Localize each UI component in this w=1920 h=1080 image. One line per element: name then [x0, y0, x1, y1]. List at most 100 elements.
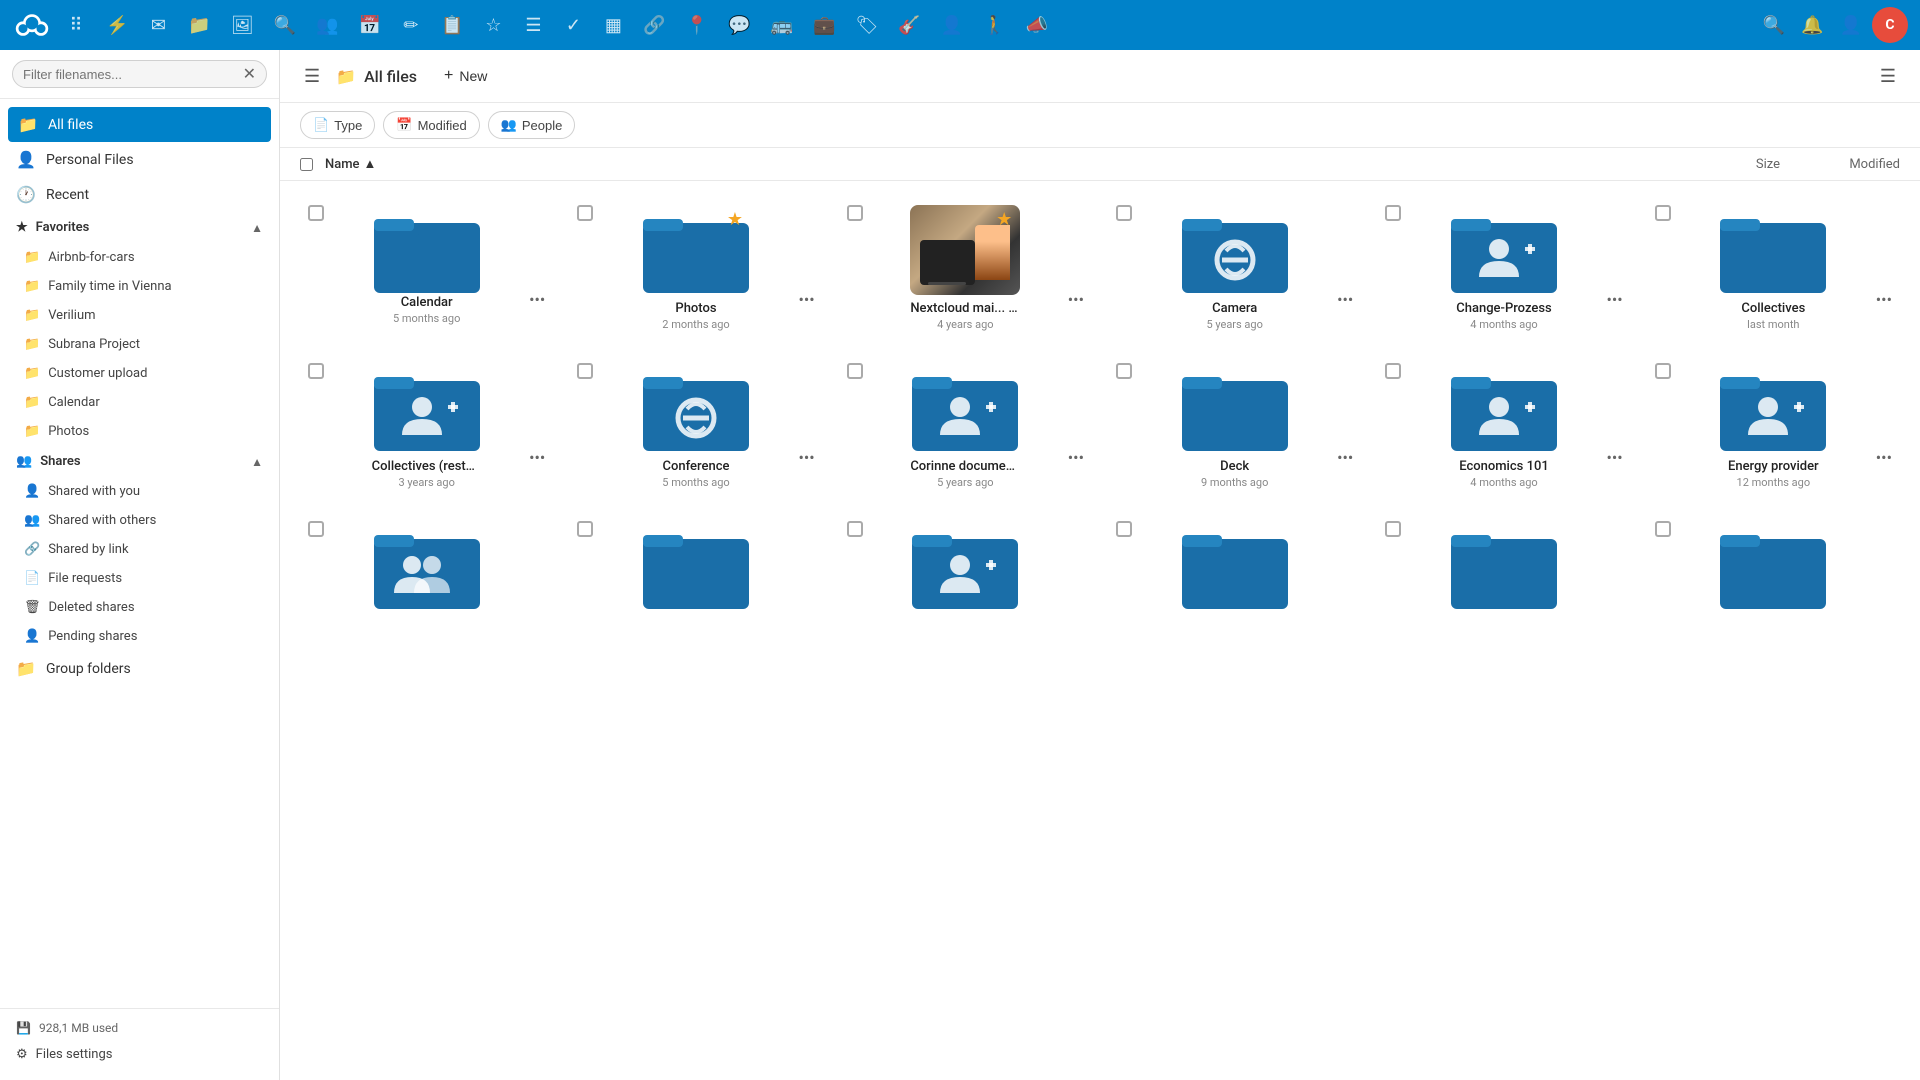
- file-actions-economics[interactable]: •••: [1606, 448, 1622, 467]
- file-checkbox-conference[interactable]: [577, 363, 593, 379]
- topbar-photos-icon[interactable]: 🖼: [225, 9, 260, 42]
- file-actions-camera[interactable]: •••: [1337, 290, 1353, 309]
- sidebar-item-verilium[interactable]: 📁 Verilium: [8, 301, 279, 330]
- file-actions-photos[interactable]: •••: [798, 290, 814, 309]
- file-checkbox-change-prozess[interactable]: [1385, 205, 1401, 221]
- sidebar-item-shared-with-you[interactable]: 👤 Shared with you: [8, 477, 279, 506]
- file-item-row3-1[interactable]: [300, 513, 553, 625]
- filter-people-button[interactable]: 👥 People: [488, 111, 576, 139]
- topbar-transit-icon[interactable]: 🚌: [765, 9, 799, 42]
- sidebar-item-recent[interactable]: 🕐 Recent: [0, 177, 279, 212]
- file-item-nextcloud[interactable]: ★ Nextcloud mai... .jpg 4 years ago •••: [839, 197, 1092, 339]
- select-all-checkbox[interactable]: [300, 158, 313, 171]
- file-actions-calendar[interactable]: •••: [529, 290, 545, 309]
- sidebar-item-family-vienna[interactable]: 📁 Family time in Vienna: [8, 272, 279, 301]
- file-item-corinne-docs[interactable]: Corinne documents 5 years ago •••: [839, 355, 1092, 497]
- file-checkbox-collectives[interactable]: [1655, 205, 1671, 221]
- topbar-announce-icon[interactable]: 📣: [1020, 9, 1054, 42]
- sidebar-item-airbnb[interactable]: 📁 Airbnb-for-cars: [8, 243, 279, 272]
- topbar-notes-icon[interactable]: ✏: [395, 9, 427, 42]
- topbar-mail-icon[interactable]: ✉: [142, 9, 174, 42]
- sidebar-item-customer-upload[interactable]: 📁 Customer upload: [8, 359, 279, 388]
- sidebar-item-photos[interactable]: 📁 Photos: [8, 417, 279, 446]
- topbar-notifications-icon[interactable]: 🔔: [1795, 9, 1829, 42]
- file-item-row3-2[interactable]: [569, 513, 822, 625]
- topbar-activity-icon[interactable]: ⚡: [100, 9, 134, 42]
- file-checkbox-economics[interactable]: [1385, 363, 1401, 379]
- search-input[interactable]: [23, 67, 243, 82]
- file-checkbox-calendar[interactable]: [308, 205, 324, 221]
- file-checkbox-row3-1[interactable]: [308, 521, 324, 537]
- file-checkbox-row3-2[interactable]: [577, 521, 593, 537]
- topbar-search-button[interactable]: 🔍: [1757, 9, 1791, 42]
- col-name-header[interactable]: Name ▲: [325, 156, 1700, 172]
- sidebar-item-file-requests[interactable]: 📄 File requests: [8, 564, 279, 593]
- sidebar-item-subrana[interactable]: 📁 Subrana Project: [8, 330, 279, 359]
- file-item-deck[interactable]: Deck 9 months ago •••: [1108, 355, 1361, 497]
- filter-modified-button[interactable]: 📅 Modified: [383, 111, 479, 139]
- file-item-change-prozess[interactable]: Change-Prozess 4 months ago •••: [1377, 197, 1630, 339]
- file-item-row3-5[interactable]: [1377, 513, 1630, 625]
- file-actions-deck[interactable]: •••: [1337, 448, 1353, 467]
- view-toggle-icon[interactable]: ☰: [1876, 62, 1900, 91]
- file-item-collectives-restor[interactable]: Collectives (restor... 3 years ago •••: [300, 355, 553, 497]
- sidebar-item-personal[interactable]: 👤 Personal Files: [0, 142, 279, 177]
- topbar-calendar-icon[interactable]: 📅: [353, 9, 387, 42]
- file-actions-nextcloud[interactable]: •••: [1068, 290, 1084, 309]
- sidebar-item-group-folders[interactable]: 📁 Group folders: [0, 651, 279, 686]
- file-actions-energy-provider[interactable]: •••: [1876, 448, 1892, 467]
- file-item-collectives[interactable]: Collectives last month •••: [1647, 197, 1900, 339]
- sidebar-item-all-files[interactable]: 📁 All files: [8, 107, 271, 142]
- topbar-contacts-icon[interactable]: 👥: [310, 9, 344, 42]
- file-item-conference[interactable]: Conference 5 months ago •••: [569, 355, 822, 497]
- topbar-deck-icon[interactable]: 📋: [435, 9, 469, 42]
- shares-section-header[interactable]: 👥 Shares ▲: [0, 446, 279, 477]
- file-item-economics[interactable]: Economics 101 4 months ago •••: [1377, 355, 1630, 497]
- file-item-row3-3[interactable]: [839, 513, 1092, 625]
- filter-type-button[interactable]: 📄 Type: [300, 111, 375, 139]
- file-item-row3-4[interactable]: [1108, 513, 1361, 625]
- topbar-user-icon[interactable]: 👤: [935, 9, 969, 42]
- file-actions-corinne-docs[interactable]: •••: [1068, 448, 1084, 467]
- topbar-chat-icon[interactable]: 💬: [722, 9, 756, 42]
- sidebar-item-calendar[interactable]: 📁 Calendar: [8, 388, 279, 417]
- sidebar-item-shared-by-link[interactable]: 🔗 Shared by link: [8, 535, 279, 564]
- file-item-row3-6[interactable]: [1647, 513, 1900, 625]
- topbar-files-icon[interactable]: 📁: [182, 9, 216, 42]
- logo[interactable]: [12, 5, 52, 45]
- file-actions-conference[interactable]: •••: [798, 448, 814, 467]
- favorites-section-header[interactable]: ★ Favorites ▲: [0, 212, 279, 243]
- file-checkbox-row3-5[interactable]: [1385, 521, 1401, 537]
- new-button[interactable]: + New: [429, 60, 502, 92]
- file-checkbox-energy-provider[interactable]: [1655, 363, 1671, 379]
- topbar-work-icon[interactable]: 💼: [807, 9, 841, 42]
- sidebar-toggle-button[interactable]: ☰: [300, 62, 324, 91]
- topbar-music-icon[interactable]: 🎸: [892, 9, 926, 42]
- topbar-people-icon[interactable]: 🚶: [977, 9, 1011, 42]
- sidebar-item-deleted-shares[interactable]: 🗑 Deleted shares: [8, 593, 279, 622]
- search-clear-icon[interactable]: ✕: [243, 66, 256, 82]
- topbar-tasks-icon[interactable]: ✓: [557, 9, 589, 42]
- col-modified-header[interactable]: Modified: [1780, 157, 1900, 172]
- file-checkbox-row3-6[interactable]: [1655, 521, 1671, 537]
- file-item-photos[interactable]: ★ Photos 2 months ago •••: [569, 197, 822, 339]
- files-settings-item[interactable]: ⚙ Files settings: [16, 1041, 263, 1068]
- topbar-grid-icon[interactable]: ▦: [597, 9, 629, 42]
- file-actions-change-prozess[interactable]: •••: [1606, 290, 1622, 309]
- sidebar-item-shared-with-others[interactable]: 👥 Shared with others: [8, 506, 279, 535]
- file-checkbox-corinne-docs[interactable]: [847, 363, 863, 379]
- file-actions-collectives[interactable]: •••: [1876, 290, 1892, 309]
- file-checkbox-photos[interactable]: [577, 205, 593, 221]
- file-actions-collectives-restor[interactable]: •••: [529, 448, 545, 467]
- file-checkbox-deck[interactable]: [1116, 363, 1132, 379]
- file-item-calendar[interactable]: Calendar 5 months ago •••: [300, 197, 553, 339]
- user-avatar[interactable]: C: [1872, 7, 1908, 43]
- topbar-maps-icon[interactable]: 📍: [680, 9, 714, 42]
- topbar-tags-icon[interactable]: 🏷: [850, 9, 885, 42]
- file-checkbox-row3-3[interactable]: [847, 521, 863, 537]
- file-checkbox-collectives-restor[interactable]: [308, 363, 324, 379]
- file-checkbox-row3-4[interactable]: [1116, 521, 1132, 537]
- topbar-stars-icon[interactable]: ☆: [477, 9, 509, 42]
- topbar-link-icon[interactable]: 🔗: [637, 9, 671, 42]
- topbar-list-icon[interactable]: ☰: [517, 9, 549, 42]
